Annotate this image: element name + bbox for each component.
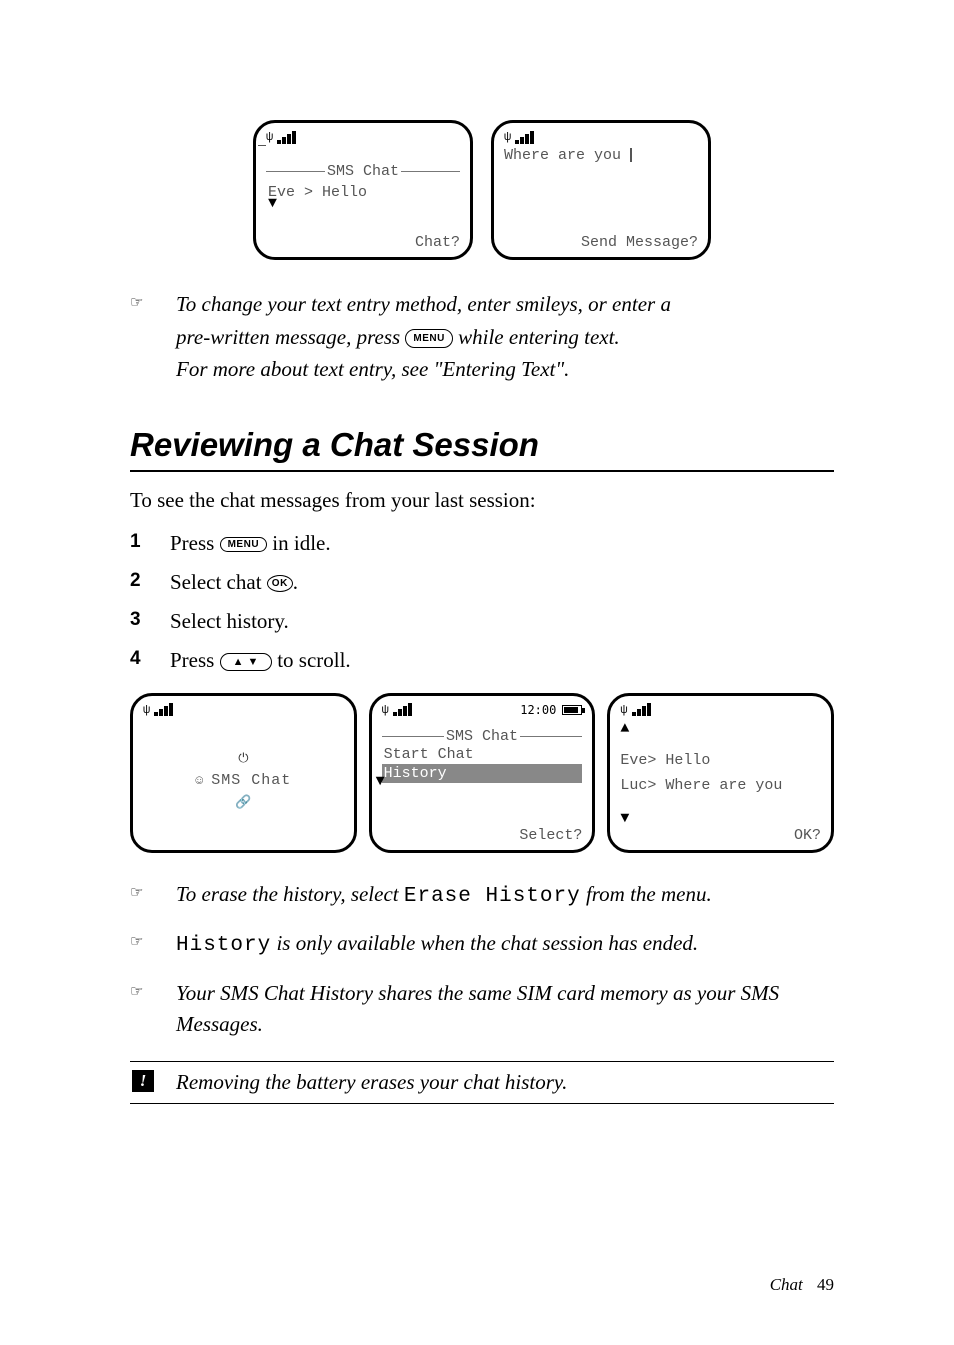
top-screens: ψ SMS Chat Eve > Hello ▼ Chat? ψ: [130, 120, 834, 260]
tip-line: while entering text.: [458, 325, 620, 349]
screen-menu-ring: ψ ⏻ ☺ SMS Chat 🔗: [130, 693, 357, 853]
ok-key-icon: OK: [267, 575, 293, 592]
step-1: 1 Press MENU in idle.: [130, 531, 834, 556]
history-line: Eve> Hello: [620, 752, 821, 769]
footer-section: Chat: [770, 1275, 803, 1294]
signal-icon: [393, 703, 412, 716]
screen-chat-incoming: ψ SMS Chat Eve > Hello ▼ Chat?: [253, 120, 473, 260]
pointing-hand-icon: ☞: [130, 292, 143, 315]
pointing-hand-icon: ☞: [130, 981, 143, 1004]
menu-key-icon: MENU: [405, 329, 452, 349]
menu-item-start: Start Chat: [382, 745, 583, 764]
scroll-down-icon: ▼: [376, 773, 385, 790]
menu-ring-label: SMS Chat: [211, 772, 291, 789]
steps-list: 1 Press MENU in idle. 2 Select chat OK. …: [130, 531, 834, 673]
screen-history-view: ψ ▲ Eve> Hello Luc> Where are you ▼ OK?: [607, 693, 834, 853]
antenna-icon: ψ: [382, 703, 389, 717]
alert-text: Removing the battery erases your chat hi…: [176, 1070, 567, 1094]
softkey-chat: Chat?: [266, 234, 460, 251]
step-2: 2 Select chat OK.: [130, 570, 834, 595]
history-line: Luc> Where are you: [620, 777, 821, 794]
screen-title: SMS Chat: [325, 163, 401, 180]
step-3: 3 Select history.: [130, 609, 834, 634]
signal-icon: [154, 703, 173, 716]
menu-key-icon: MENU: [220, 537, 267, 552]
softkey-select: Select?: [382, 827, 583, 844]
intro-text: To see the chat messages from your last …: [130, 488, 834, 513]
softkey-ok: OK?: [620, 827, 821, 844]
warning-icon: !: [132, 1070, 154, 1092]
games-icon: 🔗: [235, 795, 251, 810]
screen-chat-menu: ψ 12:00 SMS Chat Start Chat History ▼ Se…: [369, 693, 596, 853]
tip-erase-history: ☞ To erase the history, select Erase His…: [130, 879, 834, 913]
scroll-down-icon: ▼: [620, 810, 629, 827]
scroll-up-icon: ▲: [620, 720, 629, 737]
antenna-icon: ψ: [266, 130, 273, 144]
tip-line: pre-written message, press: [176, 325, 405, 349]
tip-history-availability: ☞ History is only available when the cha…: [130, 928, 834, 962]
page-number: 49: [817, 1275, 834, 1294]
signal-icon: [632, 703, 651, 716]
softkey-send: Send Message?: [504, 234, 698, 251]
menu-item-history: History: [382, 764, 583, 783]
chat-line: Eve > Hello: [266, 184, 460, 201]
power-icon: ⏻: [238, 751, 248, 766]
tip-sim-memory: ☞ Your SMS Chat History shares the same …: [130, 978, 834, 1041]
pointing-hand-icon: ☞: [130, 931, 143, 954]
battery-icon: [562, 705, 582, 715]
clock-text: 12:00: [520, 703, 556, 717]
chat-icon: ☺: [195, 773, 203, 788]
signal-icon: [277, 131, 296, 144]
status-bar: ψ: [266, 129, 460, 145]
tip-line: For more about text entry, see "Entering…: [176, 357, 569, 381]
screen-title: SMS Chat: [444, 728, 520, 745]
tip-text-entry: ☞ To change your text entry method, ente…: [130, 288, 834, 386]
step-4: 4 Press ▲ ▼ to scroll.: [130, 648, 834, 673]
section-heading: Reviewing a Chat Session: [130, 426, 834, 472]
status-bar: ψ: [504, 129, 698, 145]
mid-screens: ψ ⏻ ☺ SMS Chat 🔗 ψ 12:00: [130, 693, 834, 853]
menu-option-text: History: [176, 934, 271, 957]
antenna-icon: ψ: [504, 130, 511, 144]
antenna-icon: ψ: [143, 703, 150, 717]
compose-text: Where are you: [504, 147, 698, 164]
pointing-hand-icon: ☞: [130, 882, 143, 905]
tip-line: To change your text entry method, enter …: [176, 292, 671, 316]
screen-compose: ψ Where are you Send Message?: [491, 120, 711, 260]
alert-battery: ! Removing the battery erases your chat …: [130, 1061, 834, 1104]
signal-icon: [515, 131, 534, 144]
antenna-icon: ψ: [620, 703, 627, 717]
nav-key-icon: ▲ ▼: [220, 653, 272, 671]
scroll-down-icon: ▼: [268, 195, 277, 212]
page-footer: Chat 49: [770, 1275, 834, 1295]
menu-option-text: Erase History: [404, 885, 581, 908]
